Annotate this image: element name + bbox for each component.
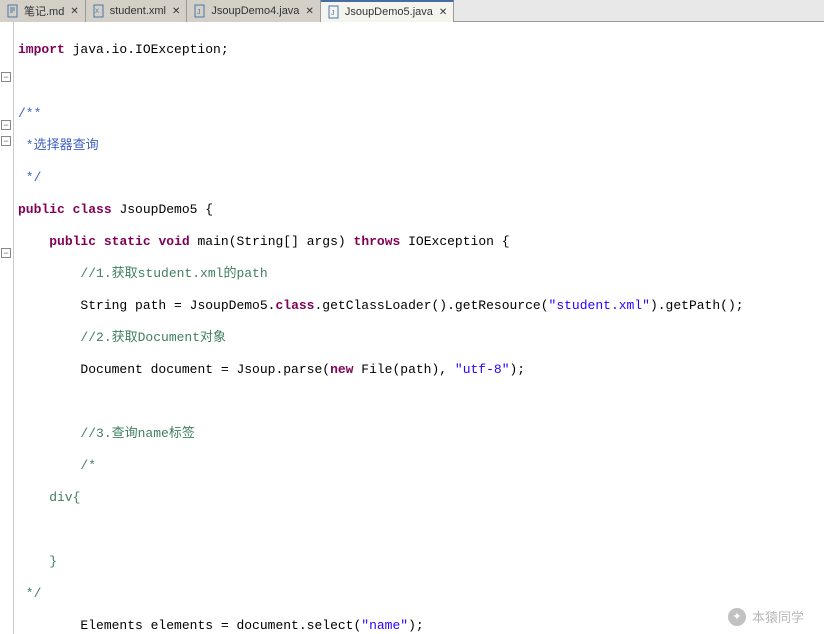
close-icon[interactable]: ✕: [70, 6, 78, 17]
fold-gutter: − − − −: [0, 22, 14, 634]
javadoc: */: [18, 170, 41, 185]
keyword: new: [330, 362, 353, 377]
code-text: ).getPath();: [650, 298, 744, 313]
watermark-text: 本猿同学: [752, 607, 804, 626]
keyword: class: [73, 202, 112, 217]
watermark: ✦ 本猿同学: [728, 607, 804, 626]
close-icon[interactable]: ✕: [439, 7, 447, 18]
string: "student.xml": [549, 298, 650, 313]
java-file-icon: J: [193, 4, 207, 18]
close-icon[interactable]: ✕: [172, 6, 180, 17]
code-text: Document document = Jsoup.parse(: [80, 362, 330, 377]
code-editor[interactable]: − − − − import java.io.IOException; /** …: [0, 22, 824, 634]
code-text: File(path),: [353, 362, 454, 377]
keyword: class: [275, 298, 314, 313]
tab-label: 笔记.md: [24, 3, 64, 19]
fold-toggle[interactable]: −: [1, 120, 11, 130]
comment: //3.查询name标签: [80, 426, 194, 441]
code-text: IOException {: [400, 234, 509, 249]
java-file-icon: J: [327, 5, 341, 19]
close-icon[interactable]: ✕: [305, 6, 313, 17]
keyword: void: [158, 234, 189, 249]
string: "utf-8": [455, 362, 510, 377]
tab-jsoupdemo4[interactable]: J JsoupDemo4.java ✕: [187, 0, 320, 22]
code-text: JsoupDemo5 {: [112, 202, 213, 217]
code-text: java.io.IOException;: [65, 42, 229, 57]
code-text: );: [510, 362, 526, 377]
code-text: );: [408, 618, 424, 633]
javadoc: /**: [18, 106, 41, 121]
file-icon: [6, 4, 20, 18]
keyword: throws: [354, 234, 401, 249]
svg-text:X: X: [95, 9, 99, 15]
xml-file-icon: X: [92, 4, 106, 18]
tab-label: JsoupDemo5.java: [345, 6, 433, 18]
keyword: public: [18, 202, 65, 217]
tab-label: JsoupDemo4.java: [211, 5, 299, 17]
keyword: import: [18, 42, 65, 57]
comment: }: [18, 554, 57, 569]
fold-toggle[interactable]: −: [1, 72, 11, 82]
comment: //1.获取student.xml的path: [80, 266, 267, 281]
wechat-icon: ✦: [728, 608, 746, 626]
tab-student-xml[interactable]: X student.xml ✕: [86, 0, 188, 22]
fold-toggle[interactable]: −: [1, 136, 11, 146]
comment: div{: [18, 490, 80, 505]
comment: //2.获取Document对象: [80, 330, 226, 345]
code-text: .getClassLoader().getResource(: [314, 298, 548, 313]
javadoc: *选择器查询: [18, 138, 99, 153]
fold-toggle[interactable]: −: [1, 248, 11, 258]
code-text: main(String[] args): [190, 234, 354, 249]
tab-jsoupdemo5[interactable]: J JsoupDemo5.java ✕: [321, 0, 454, 22]
tab-label: student.xml: [110, 5, 166, 17]
keyword: static: [104, 234, 151, 249]
tab-notes-md[interactable]: 笔记.md ✕: [0, 0, 86, 22]
code-text: String path = JsoupDemo5.: [80, 298, 275, 313]
string: "name": [361, 618, 408, 633]
keyword: public: [49, 234, 96, 249]
comment: /*: [80, 458, 96, 473]
code-text: Elements elements = document.select(: [80, 618, 361, 633]
svg-text:J: J: [331, 10, 335, 17]
comment: */: [18, 586, 41, 601]
svg-text:J: J: [197, 9, 201, 16]
code-area[interactable]: import java.io.IOException; /** *选择器查询 *…: [14, 22, 824, 634]
editor-tabs: 笔记.md ✕ X student.xml ✕ J JsoupDemo4.jav…: [0, 0, 824, 22]
